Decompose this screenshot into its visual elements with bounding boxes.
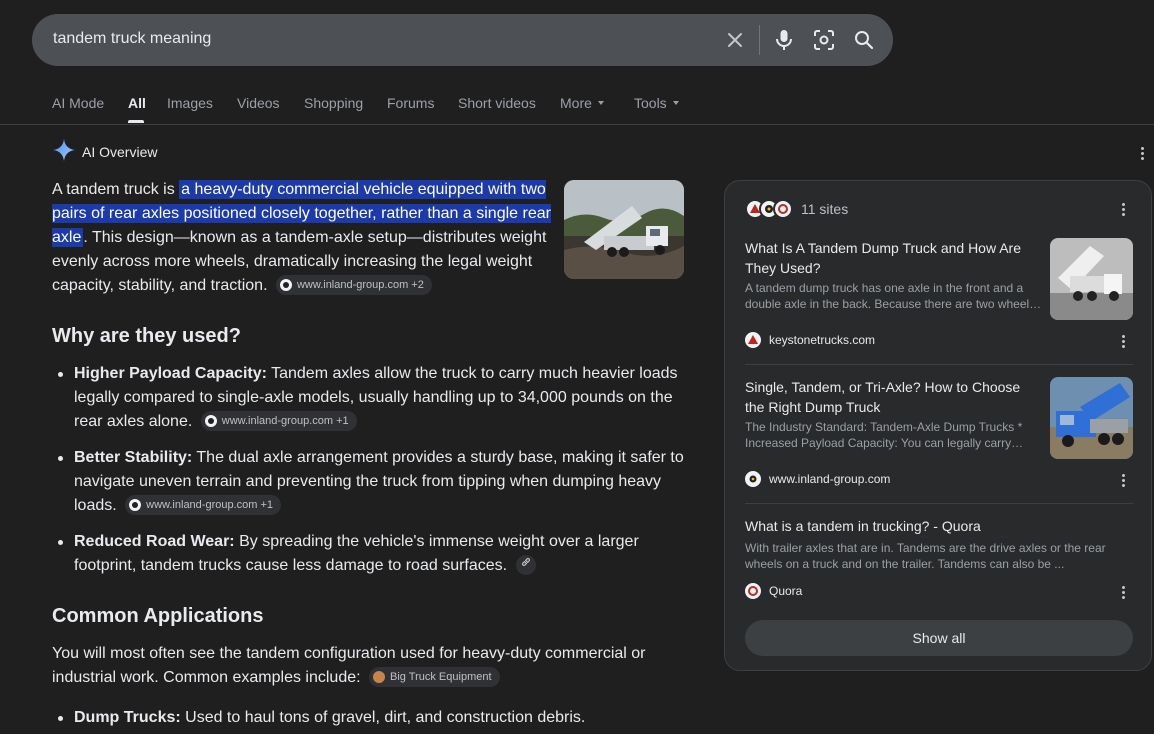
source-title[interactable]: Single, Tandem, or Tri-Axle? How to Choo… xyxy=(745,377,1041,417)
source-title[interactable]: What is a tandem in trucking? - Quora xyxy=(745,516,1133,536)
more-options-icon[interactable] xyxy=(1115,470,1131,490)
source-thumbnail[interactable] xyxy=(1050,238,1133,320)
source-thumbnail[interactable] xyxy=(1050,377,1133,459)
source-card[interactable]: What Is A Tandem Dump Truck and How Are … xyxy=(745,238,1133,350)
source-chip[interactable]: www.inland-group.com +1 xyxy=(125,494,282,515)
close-icon[interactable] xyxy=(723,28,747,52)
tab-tools[interactable]: Tools xyxy=(634,95,679,111)
list-item: Dump Trucks: Used to haul tons of gravel… xyxy=(52,706,692,730)
intro-paragraph: A tandem truck is a heavy-duty commercia… xyxy=(52,180,551,295)
ai-overview-label: AI Overview xyxy=(82,144,158,160)
dump-truck-image[interactable] xyxy=(564,180,684,279)
tab-ai-mode[interactable]: AI Mode xyxy=(52,95,104,111)
more-options-icon[interactable] xyxy=(1115,331,1131,351)
search-divider xyxy=(759,25,760,55)
more-options-icon[interactable] xyxy=(1134,143,1150,163)
source-snippet: With trailer axles that are in. Tandems … xyxy=(745,541,1106,571)
source-card[interactable]: Single, Tandem, or Tri-Axle? How to Choo… xyxy=(745,377,1133,489)
inland-group-favicon xyxy=(204,414,217,427)
lens-icon[interactable] xyxy=(812,28,836,52)
link-chip[interactable] xyxy=(515,554,536,575)
more-options-icon[interactable] xyxy=(1115,582,1131,602)
tab-videos[interactable]: Videos xyxy=(237,95,280,111)
inland-group-favicon xyxy=(129,498,142,511)
why-list: Higher Payload Capacity: Tandem axles al… xyxy=(52,362,692,578)
quora-favicon xyxy=(745,583,761,599)
tab-short-videos[interactable]: Short videos xyxy=(458,95,536,111)
source-chip[interactable]: www.inland-group.com +1 xyxy=(200,410,357,431)
tabs-divider xyxy=(0,124,1154,125)
applications-list: Dump Trucks: Used to haul tons of gravel… xyxy=(52,706,692,730)
search-input[interactable]: tandem truck meaning xyxy=(53,30,211,48)
tab-shopping[interactable]: Shopping xyxy=(304,95,363,111)
tab-images[interactable]: Images xyxy=(167,95,213,111)
ai-overview-header: AI Overview xyxy=(52,138,158,167)
section-heading-applications: Common Applications xyxy=(52,605,264,627)
sources-panel: 11 sites What Is A Tandem Dump Truck and… xyxy=(724,180,1152,671)
source-divider xyxy=(745,503,1133,504)
source-title[interactable]: What Is A Tandem Dump Truck and How Are … xyxy=(745,238,1041,278)
list-item: Reduced Road Wear: By spreading the vehi… xyxy=(52,530,692,578)
show-all-button[interactable]: Show all xyxy=(745,620,1133,656)
chevron-down-icon xyxy=(597,101,604,106)
source-chip[interactable]: www.inland-group.com +2 xyxy=(275,274,432,295)
quora-favicon xyxy=(773,199,793,219)
sparkle-icon xyxy=(52,138,76,167)
source-site[interactable]: Quora xyxy=(745,583,802,599)
source-site[interactable]: www.inland-group.com xyxy=(745,471,890,487)
source-chip[interactable]: Big Truck Equipment xyxy=(369,666,500,687)
keystone-favicon xyxy=(745,332,761,348)
source-site[interactable]: keystonetrucks.com xyxy=(745,332,875,348)
source-divider xyxy=(745,364,1133,365)
more-options-icon[interactable] xyxy=(1115,199,1131,219)
source-snippet: A tandem dump truck has one axle in the … xyxy=(745,281,1042,311)
source-card[interactable]: What is a tandem in trucking? - Quora Wi… xyxy=(745,516,1133,606)
tab-forums[interactable]: Forums xyxy=(387,95,434,111)
chevron-down-icon xyxy=(672,101,679,106)
search-bar[interactable]: tandem truck meaning xyxy=(32,14,893,66)
sites-summary[interactable]: 11 sites xyxy=(745,197,848,221)
list-item: Higher Payload Capacity: Tandem axles al… xyxy=(52,362,692,434)
list-item: Better Stability: The dual axle arrangem… xyxy=(52,446,692,518)
inland-group-favicon xyxy=(745,471,761,487)
sites-count: 11 sites xyxy=(801,201,849,217)
tab-more[interactable]: More xyxy=(560,95,604,111)
big-truck-equipment-favicon xyxy=(373,670,386,683)
search-icon[interactable] xyxy=(852,28,876,52)
microphone-icon[interactable] xyxy=(772,28,796,52)
active-tab-indicator xyxy=(128,120,144,123)
section-heading-why: Why are they used? xyxy=(52,325,241,347)
source-snippet: The Industry Standard: Tandem-Axle Dump … xyxy=(745,420,1024,450)
inland-group-favicon xyxy=(279,278,292,291)
link-icon xyxy=(520,555,532,575)
applications-paragraph: You will most often see the tandem confi… xyxy=(52,645,646,687)
tab-all[interactable]: All xyxy=(128,95,146,111)
